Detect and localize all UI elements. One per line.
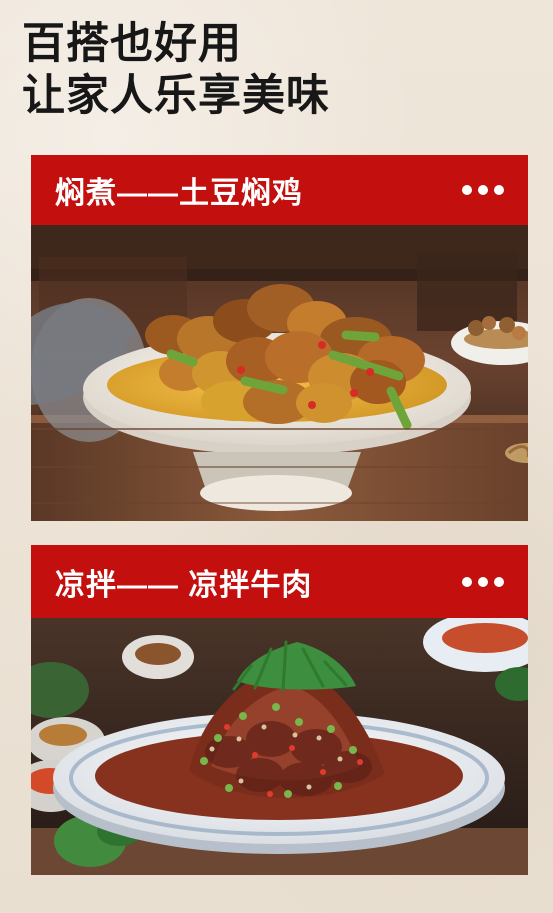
- headline: 百搭也好用 让家人乐享美味: [22, 22, 482, 119]
- menu-dot: [462, 576, 472, 587]
- recipe-card-header: 焖煮——土豆焖鸡: [31, 155, 528, 225]
- menu-dot: [478, 576, 488, 587]
- more-horizontal-icon[interactable]: [462, 575, 504, 589]
- menu-dot: [462, 185, 472, 195]
- braised-chicken-photo: [31, 225, 528, 521]
- cold-beef-photo: [31, 618, 528, 875]
- recipe-card-braised-chicken[interactable]: 焖煮——土豆焖鸡: [31, 155, 528, 521]
- recipe-title: 焖煮——土豆焖鸡: [55, 177, 303, 210]
- headline-line-2: 让家人乐享美味: [22, 72, 330, 121]
- recipe-card-header: 凉拌—— 凉拌牛肉: [31, 545, 528, 618]
- menu-dot: [494, 185, 504, 195]
- headline-line-1: 百搭也好用: [22, 20, 242, 68]
- menu-dot: [494, 576, 504, 587]
- more-horizontal-icon[interactable]: [462, 183, 504, 197]
- recipe-card-cold-beef[interactable]: 凉拌—— 凉拌牛肉: [31, 545, 528, 875]
- recipe-title: 凉拌—— 凉拌牛肉: [55, 568, 313, 602]
- menu-dot: [478, 185, 488, 195]
